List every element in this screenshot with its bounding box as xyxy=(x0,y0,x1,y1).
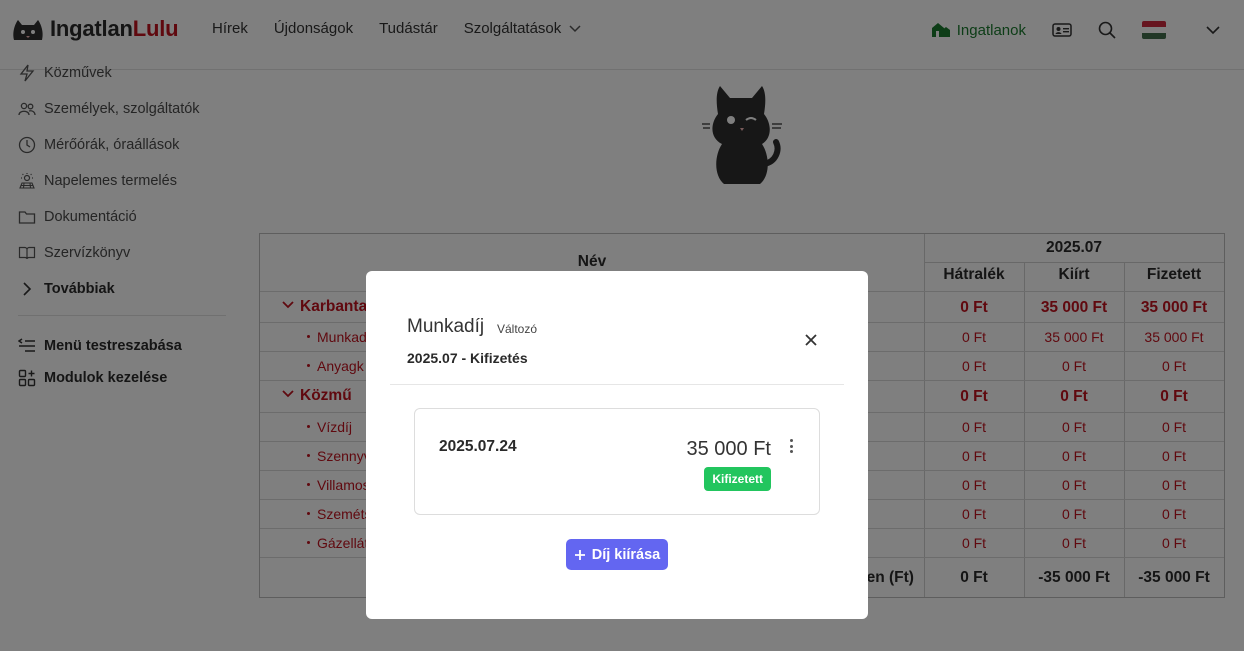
payment-modal: Munkadíj Változó 2025.07 - Kifizetés 202… xyxy=(366,271,868,619)
plus-icon xyxy=(574,549,585,560)
add-fee-button[interactable]: Díj kiírása xyxy=(566,539,668,570)
add-fee-label: Díj kiírása xyxy=(591,546,661,563)
modal-subtitle: 2025.07 - Kifizetés xyxy=(407,350,528,366)
payment-date: 2025.07.24 xyxy=(439,438,517,455)
payment-amount: 35 000 Ft xyxy=(686,438,771,460)
modal-divider xyxy=(390,384,844,385)
close-icon[interactable] xyxy=(802,331,820,349)
more-vertical-icon[interactable] xyxy=(785,437,797,455)
status-badge: Kifizetett xyxy=(704,467,771,491)
modal-title: Munkadíj xyxy=(407,316,485,337)
payment-card: 2025.07.24 35 000 Ft Kifizetett xyxy=(414,408,820,515)
fee-type-label: Változó xyxy=(497,322,538,336)
